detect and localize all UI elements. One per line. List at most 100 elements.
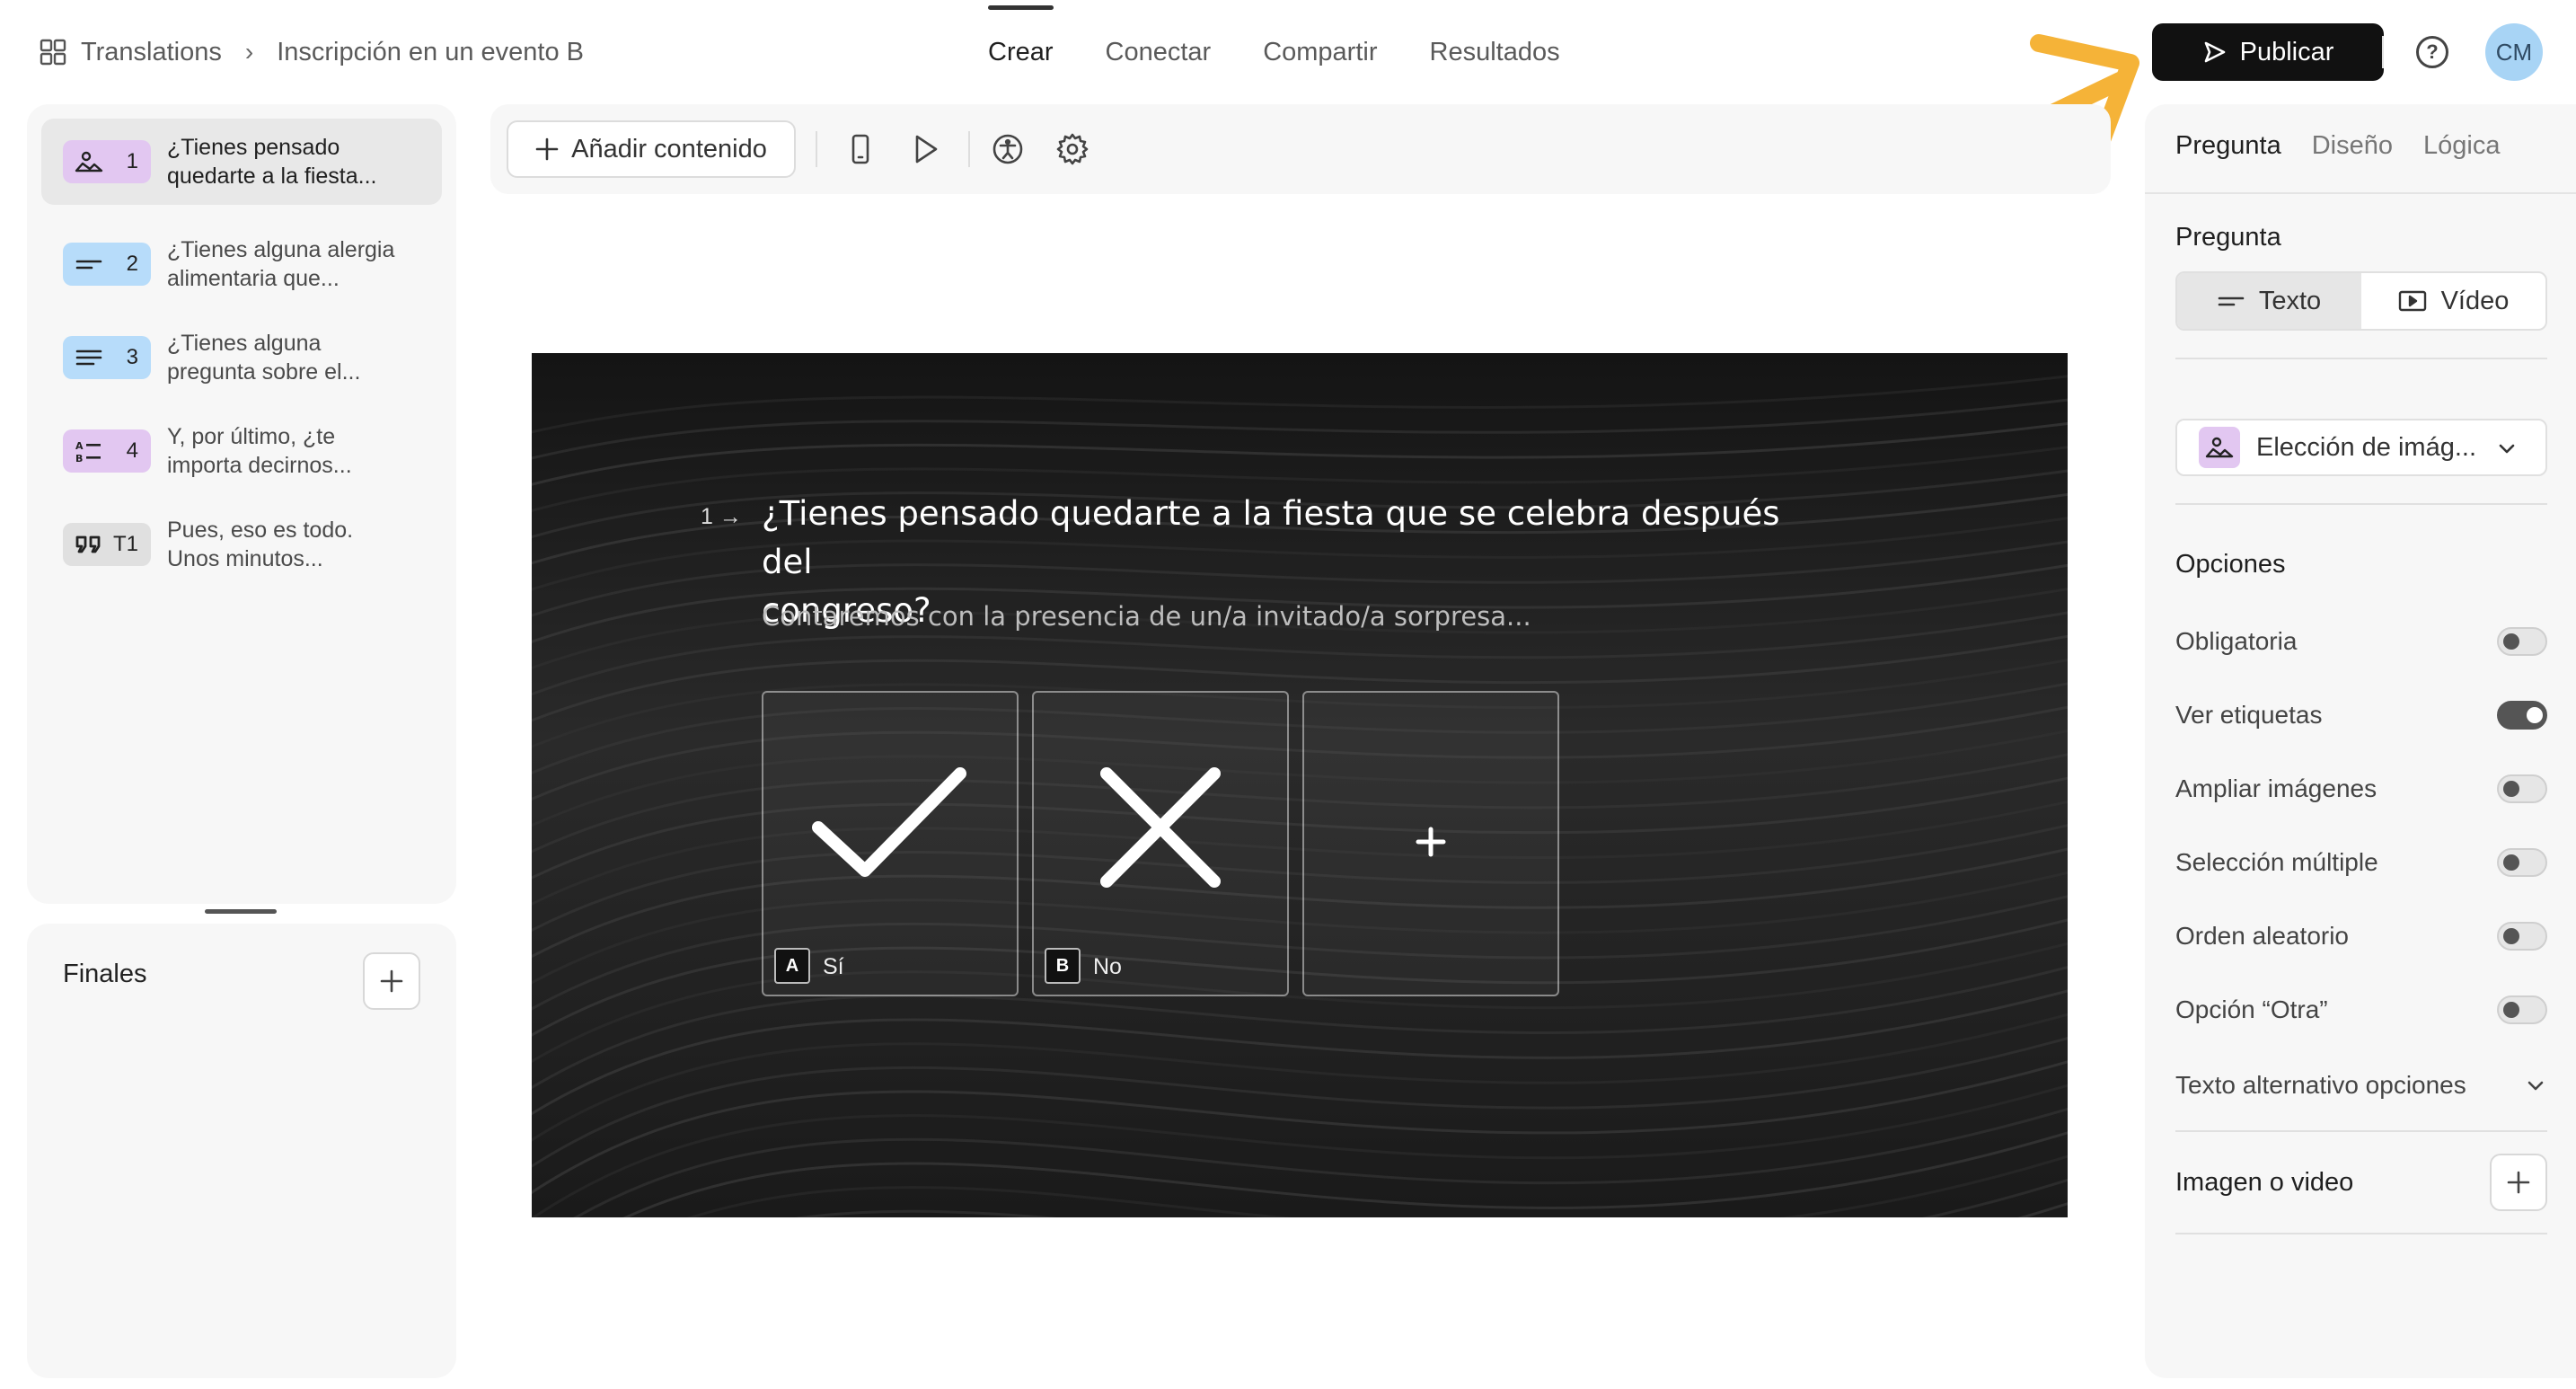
choice-label: Sí	[823, 954, 844, 979]
svg-text:A: A	[75, 440, 84, 452]
short-text-icon	[2218, 296, 2245, 306]
toggle-otra[interactable]	[2497, 995, 2547, 1024]
workspace-grid-icon	[40, 39, 66, 66]
question-number: 1	[126, 149, 138, 173]
send-icon	[2204, 41, 2225, 63]
question-badge: AB 4	[63, 429, 151, 473]
svg-text:B: B	[75, 453, 83, 464]
long-text-icon	[75, 349, 102, 366]
tab-resultados[interactable]: Resultados	[1430, 38, 1560, 67]
choice-option-a[interactable]: A Sí	[762, 691, 1019, 996]
help-icon[interactable]: ?	[2416, 36, 2448, 68]
plus-icon	[380, 969, 403, 993]
add-choice-button[interactable]	[1302, 691, 1559, 996]
tab-conectar[interactable]: Conectar	[1106, 38, 1212, 67]
option-ampliar-imagenes: Ampliar imágenes	[2175, 771, 2547, 807]
question-title: ¿Tienes pensado quedarte a la fiesta...	[167, 135, 377, 189]
divider	[2175, 503, 2547, 505]
image-choice-icon	[75, 151, 103, 173]
endings-panel: Finales	[27, 924, 456, 1378]
tab-pregunta[interactable]: Pregunta	[2175, 131, 2281, 161]
option-obligatoria: Obligatoria	[2175, 624, 2547, 659]
format-text-option[interactable]: Texto	[2177, 273, 2361, 329]
multiple-choice-icon: AB	[75, 440, 101, 464]
question-type-value: Elección de imág...	[2256, 432, 2477, 462]
option-orden-aleatorio: Orden aleatorio	[2175, 918, 2547, 954]
divider	[2175, 1233, 2547, 1234]
settings-panel: Pregunta Diseño Lógica Pregunta Texto Ví…	[2145, 104, 2576, 1378]
divider	[2175, 358, 2547, 359]
chevron-down-icon	[2499, 444, 2515, 454]
divider	[2382, 36, 2384, 68]
gear-icon[interactable]	[1054, 131, 1090, 167]
accessibility-icon[interactable]	[990, 131, 1026, 167]
add-ending-button[interactable]	[363, 952, 420, 1010]
alt-text-expander[interactable]: Texto alternativo opciones	[2175, 1067, 2547, 1103]
endings-title: Finales	[63, 960, 147, 988]
tab-compartir[interactable]: Compartir	[1263, 38, 1377, 67]
divider	[816, 131, 817, 167]
question-title: ¿Tienes alguna alergia alimentaria que...	[167, 237, 395, 291]
question-type-select[interactable]: Elección de imág...	[2175, 419, 2547, 476]
plus-icon	[2507, 1171, 2530, 1194]
tab-diseno[interactable]: Diseño	[2312, 131, 2393, 161]
question-item-t1[interactable]: T1 Pues, eso es todo. Unos minutos...	[41, 501, 442, 588]
toggle-orden-aleatorio[interactable]	[2497, 922, 2547, 951]
tab-crear[interactable]: Crear	[988, 4, 1054, 67]
toggle-obligatoria[interactable]	[2497, 627, 2547, 656]
settings-tabs: Pregunta Diseño Lógica	[2175, 131, 2500, 161]
question-item-2[interactable]: 2 ¿Tienes alguna alergia alimentaria que.…	[41, 221, 442, 307]
question-title: Y, por último, ¿te importa decirnos...	[167, 424, 352, 478]
question-description[interactable]: Contaremos con la presencia de un/a invi…	[762, 601, 1531, 632]
question-number: 3	[126, 345, 138, 369]
format-video-option[interactable]: Vídeo	[2361, 273, 2545, 329]
video-icon	[2398, 290, 2426, 312]
question-section-title: Pregunta	[2175, 223, 2281, 252]
check-icon	[812, 767, 966, 877]
question-badge: 2	[63, 243, 151, 286]
options-section-title: Opciones	[2175, 550, 2286, 579]
toggle-seleccion-multiple[interactable]	[2497, 848, 2547, 877]
choice-option-b[interactable]: B No	[1032, 691, 1289, 996]
short-text-icon	[75, 260, 102, 270]
publish-label: Publicar	[2239, 37, 2334, 66]
question-item-4[interactable]: AB 4 Y, por último, ¿te importa decirnos.…	[41, 408, 442, 494]
toggle-ver-etiquetas[interactable]	[2497, 701, 2547, 730]
toggle-ampliar-imagenes[interactable]	[2497, 774, 2547, 803]
breadcrumb-form-title[interactable]: Inscripción en un evento B	[277, 38, 584, 67]
option-ver-etiquetas: Ver etiquetas	[2175, 697, 2547, 733]
question-number: 2	[126, 252, 138, 276]
add-content-button[interactable]: Añadir contenido	[507, 120, 796, 178]
editor-toolbar: Añadir contenido	[490, 104, 2111, 194]
question-number-indicator: 1 →	[701, 504, 742, 529]
avatar[interactable]: CM	[2485, 23, 2543, 81]
question-title: ¿Tienes alguna pregunta sobre el...	[167, 331, 361, 385]
choice-key: B	[1045, 948, 1081, 984]
plus-icon	[535, 137, 559, 161]
question-badge: T1	[63, 523, 151, 566]
question-badge: 3	[63, 336, 151, 379]
question-list-panel: 1 ¿Tienes pensado quedarte a la fiesta...…	[27, 104, 456, 904]
divider	[968, 131, 970, 167]
chevron-down-icon	[2527, 1081, 2544, 1091]
breadcrumb-workspace[interactable]: Translations	[81, 38, 222, 67]
top-bar: Translations › Inscripción en un evento …	[0, 0, 2576, 164]
mobile-preview-icon[interactable]	[842, 131, 878, 167]
question-number: 4	[126, 438, 138, 463]
add-media-button[interactable]	[2490, 1154, 2547, 1211]
quote-icon	[75, 535, 101, 553]
option-otra: Opción “Otra”	[2175, 992, 2547, 1028]
main-nav: Crear Conectar Compartir Resultados	[988, 4, 1612, 70]
question-item-1[interactable]: 1 ¿Tienes pensado quedarte a la fiesta...	[41, 119, 442, 205]
plus-icon	[1416, 827, 1446, 857]
tab-logica[interactable]: Lógica	[2423, 131, 2500, 161]
publish-button[interactable]: Publicar	[2152, 23, 2384, 81]
breadcrumb: Translations › Inscripción en un evento …	[40, 34, 584, 70]
resize-handle[interactable]	[205, 909, 277, 914]
question-item-3[interactable]: 3 ¿Tienes alguna pregunta sobre el...	[41, 314, 442, 401]
add-content-label: Añadir contenido	[571, 134, 767, 164]
choice-key: A	[774, 948, 810, 984]
play-icon[interactable]	[907, 131, 943, 167]
divider	[2145, 192, 2576, 194]
question-preview-canvas: 1 → ¿Tienes pensado quedarte a la fiesta…	[532, 353, 2068, 1217]
